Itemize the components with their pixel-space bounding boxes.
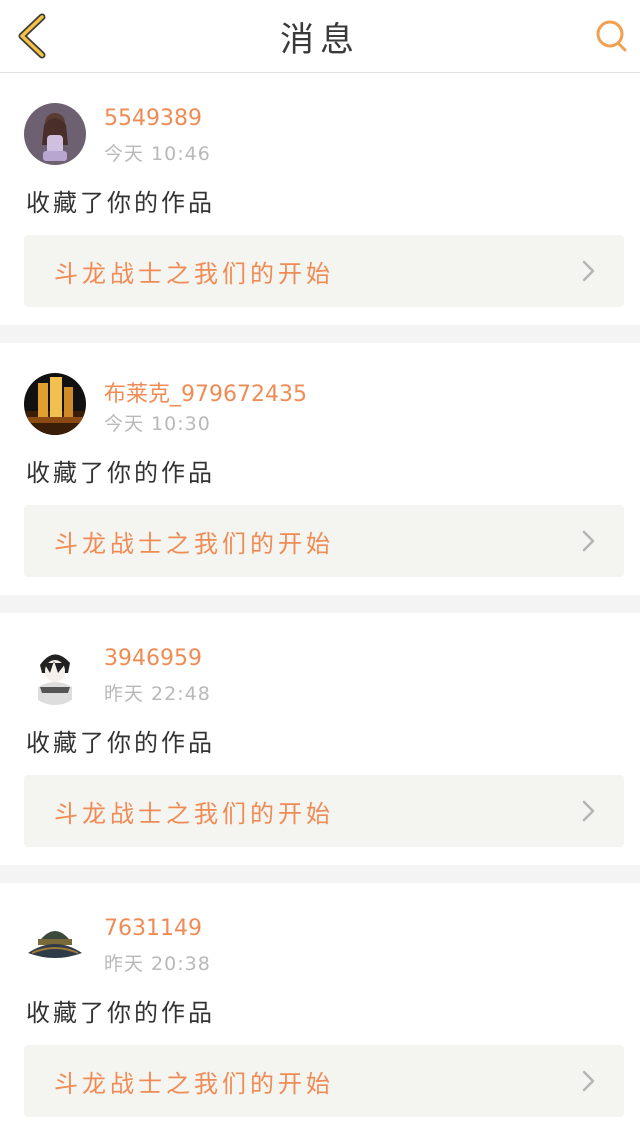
chevron-right-icon bbox=[582, 260, 595, 282]
work-title: 斗龙战士之我们的开始 bbox=[54, 799, 334, 828]
top-bar: 消息 bbox=[0, 0, 640, 73]
timestamp: 今天 10:46 bbox=[104, 143, 211, 165]
work-title: 斗龙战士之我们的开始 bbox=[54, 259, 334, 288]
avatar[interactable] bbox=[24, 913, 86, 975]
work-link[interactable]: 斗龙战士之我们的开始 bbox=[24, 505, 624, 577]
girl-avatar-icon bbox=[24, 103, 86, 165]
chevron-right-icon bbox=[582, 1070, 595, 1092]
message-card: 7631149 昨天 20:38 收藏了你的作品 斗龙战士之我们的开始 bbox=[0, 883, 640, 1135]
search-icon bbox=[596, 20, 627, 52]
chevron-left-icon bbox=[18, 13, 46, 59]
work-title: 斗龙战士之我们的开始 bbox=[54, 1069, 334, 1098]
message-card: 5549389 今天 10:46 收藏了你的作品 斗龙战士之我们的开始 bbox=[0, 73, 640, 325]
back-button[interactable] bbox=[12, 12, 52, 60]
hat-avatar-icon bbox=[24, 913, 86, 975]
message-card: 3946959 昨天 22:48 收藏了你的作品 斗龙战士之我们的开始 bbox=[0, 613, 640, 865]
avatar[interactable] bbox=[24, 103, 86, 165]
timestamp: 昨天 20:38 bbox=[104, 953, 211, 975]
timestamp: 今天 10:30 bbox=[104, 413, 211, 435]
chevron-right-icon bbox=[582, 800, 595, 822]
page-title: 消息 bbox=[280, 19, 360, 60]
work-link[interactable]: 斗龙战士之我们的开始 bbox=[24, 235, 624, 307]
user-name[interactable]: 7631149 bbox=[104, 916, 202, 941]
work-link[interactable]: 斗龙战士之我们的开始 bbox=[24, 775, 624, 847]
avatar[interactable] bbox=[24, 373, 86, 435]
action-text: 收藏了你的作品 bbox=[26, 999, 215, 1027]
work-title: 斗龙战士之我们的开始 bbox=[54, 529, 334, 558]
city-night-avatar-icon bbox=[24, 373, 86, 435]
user-name[interactable]: 布莱克_979672435 bbox=[104, 376, 307, 408]
search-button[interactable] bbox=[592, 16, 632, 56]
user-name[interactable]: 5549389 bbox=[104, 106, 202, 131]
user-name[interactable]: 3946959 bbox=[104, 646, 202, 671]
avatar[interactable] bbox=[24, 643, 86, 705]
chevron-right-icon bbox=[582, 530, 595, 552]
message-list: 5549389 今天 10:46 收藏了你的作品 斗龙战士之我们的开始 布莱克_… bbox=[0, 73, 640, 1135]
anime-boy-avatar-icon bbox=[24, 643, 86, 705]
action-text: 收藏了你的作品 bbox=[26, 189, 215, 217]
action-text: 收藏了你的作品 bbox=[26, 729, 215, 757]
timestamp: 昨天 22:48 bbox=[104, 683, 211, 705]
action-text: 收藏了你的作品 bbox=[26, 459, 215, 487]
message-card: 布莱克_979672435 今天 10:30 收藏了你的作品 斗龙战士之我们的开… bbox=[0, 343, 640, 595]
work-link[interactable]: 斗龙战士之我们的开始 bbox=[24, 1045, 624, 1117]
